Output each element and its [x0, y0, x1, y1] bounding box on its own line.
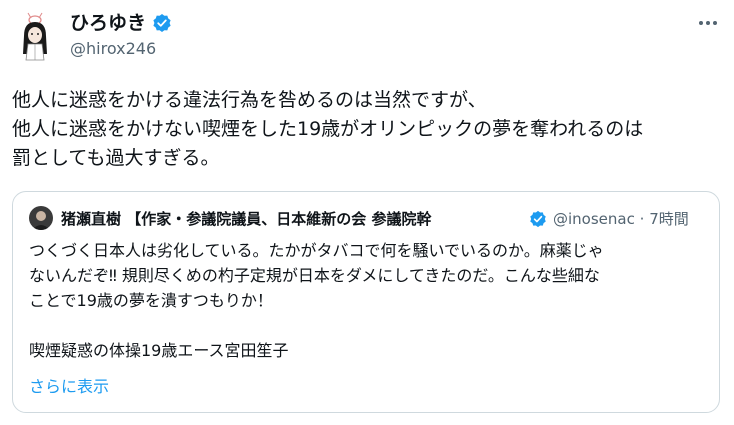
quoted-author-display-name[interactable]: 猪瀬直樹 【作家・参議院議員、日本維新の会 参議院幹	[61, 208, 431, 230]
tweet-text: 他人に迷惑をかける違法行為を咎めるのは当然ですが、 他人に迷惑をかけない喫煙をし…	[12, 86, 722, 173]
quoted-author-avatar[interactable]	[29, 206, 53, 230]
quoted-text-line: 喫煙疑惑の体操19歳エース宮田笙子	[29, 341, 289, 360]
quoted-author-meta: @inosenac · 7時間	[553, 208, 689, 230]
tweet-text-line: 他人に迷惑をかける違法行為を咎めるのは当然ですが、	[12, 89, 487, 111]
quoted-text-line	[29, 313, 709, 338]
author-display-name[interactable]: ひろゆき	[70, 10, 146, 36]
quoted-tweet-text: つくづく日本人は劣化している。たかがタバコで何を騒いでいるのか。麻薬じゃ ないん…	[29, 238, 709, 363]
quoted-tweet-card[interactable]: 猪瀬直樹 【作家・参議院議員、日本維新の会 参議院幹 @inosenac · 7…	[12, 191, 720, 413]
verified-badge-icon	[529, 210, 547, 228]
tweet-text-line: 他人に迷惑をかけない喫煙をした19歳がオリンピックの夢を奪われるのは	[12, 118, 644, 140]
meta-separator: ·	[639, 210, 645, 228]
quoted-author-handle[interactable]: @inosenac	[553, 210, 635, 228]
verified-badge-icon	[152, 13, 172, 33]
quoted-text-line: つくづく日本人は劣化している。たかがタバコで何を騒いでいるのか。麻薬じゃ	[29, 241, 604, 260]
tweet-text-line: 罰としても過大すぎる。	[12, 147, 220, 169]
more-options-icon[interactable]	[692, 10, 724, 36]
show-more-link[interactable]: さらに表示	[29, 375, 109, 399]
author-handle[interactable]: @hirox246	[70, 38, 156, 60]
tweet: ひろゆき @hirox246 他人に迷惑をかける違法行為を咎めるのは当然ですが、…	[0, 0, 734, 425]
author-avatar[interactable]	[14, 10, 56, 64]
quoted-text-line: ないんだぞ‼ 規則尽くめの杓子定規が日本をダメにしてきたのだ。こんな些細な	[29, 266, 600, 285]
quoted-timestamp[interactable]: 7時間	[649, 210, 689, 228]
quoted-text-line: ことで19歳の夢を潰すつもりか！	[29, 291, 273, 310]
